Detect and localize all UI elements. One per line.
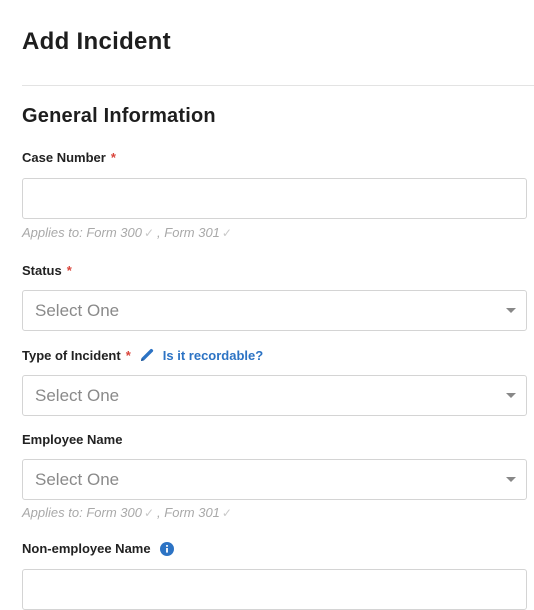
- header-divider: [22, 85, 534, 86]
- type-of-incident-label-text: Type of Incident: [22, 347, 121, 363]
- employee-name-label: Employee Name: [22, 432, 122, 447]
- applies-prefix: Applies to:: [22, 505, 83, 520]
- required-mark: *: [66, 263, 72, 278]
- non-employee-name-label-text: Non-employee Name: [22, 541, 151, 556]
- chevron-down-icon: [506, 308, 516, 313]
- type-of-incident-selected-value: Select One: [35, 385, 120, 405]
- is-it-recordable-link[interactable]: Is it recordable?: [163, 348, 263, 363]
- chevron-down-icon: [506, 393, 516, 398]
- case-number-label-text: Case Number: [22, 150, 106, 165]
- applies-separator: ,: [157, 505, 161, 520]
- employee-name-select[interactable]: Select One: [22, 459, 527, 500]
- status-label-text: Status: [22, 263, 62, 278]
- non-employee-name-input[interactable]: [22, 569, 527, 610]
- info-icon[interactable]: [159, 541, 174, 556]
- applies-prefix: Applies to:: [22, 225, 83, 240]
- check-icon: ✓: [221, 225, 232, 240]
- type-of-incident-label: Type of Incident * Is it recordable?: [22, 347, 263, 363]
- check-icon: ✓: [143, 505, 155, 520]
- applies-separator: ,: [157, 225, 161, 240]
- employee-name-label-text: Employee Name: [22, 432, 123, 447]
- case-number-applies-note: Applies to: Form 300 ✓, Form 301 ✓: [22, 225, 235, 240]
- chevron-down-icon: [506, 477, 516, 482]
- required-mark: *: [125, 347, 131, 363]
- non-employee-name-label: Non-employee Name: [22, 541, 174, 556]
- page-title: Add Incident: [22, 28, 171, 55]
- applies-form-301: Form 301: [164, 505, 220, 520]
- case-number-label: Case Number *: [22, 150, 116, 165]
- applies-form-300: Form 300: [86, 225, 142, 240]
- applies-form-300: Form 300: [86, 505, 142, 520]
- check-icon: ✓: [221, 505, 232, 520]
- section-title: General Information: [22, 105, 216, 127]
- pencil-icon: [139, 347, 155, 363]
- required-mark: *: [110, 150, 116, 165]
- applies-form-301: Form 301: [164, 225, 220, 240]
- employee-name-selected-value: Select One: [35, 469, 120, 489]
- status-select[interactable]: Select One: [22, 290, 527, 331]
- status-selected-value: Select One: [35, 300, 120, 320]
- case-number-input[interactable]: [22, 178, 527, 219]
- check-icon: ✓: [143, 225, 155, 240]
- status-label: Status *: [22, 263, 72, 278]
- employee-name-applies-note: Applies to: Form 300 ✓, Form 301 ✓: [22, 505, 235, 520]
- type-of-incident-select[interactable]: Select One: [22, 375, 527, 416]
